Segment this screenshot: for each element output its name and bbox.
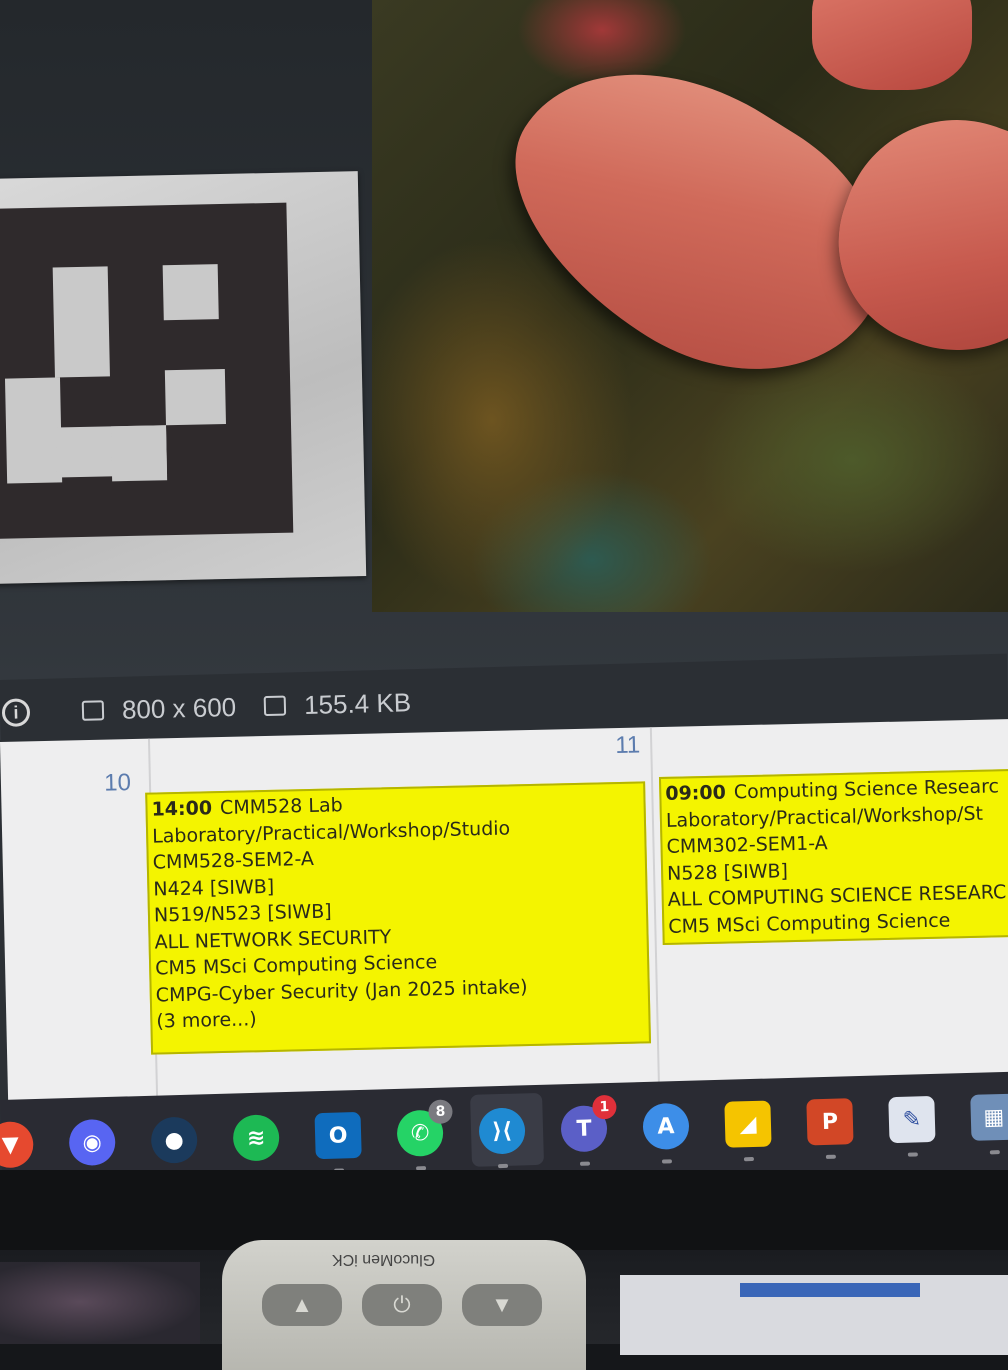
event-title: CMM528 Lab [219,794,343,820]
up-arrow-icon: ▲ [262,1284,342,1326]
save-icon [263,695,287,717]
marker-pattern [0,202,294,539]
day-number: 11 [615,731,641,760]
app-store-icon[interactable]: A [642,1102,690,1164]
calendar-event[interactable]: 14:00 CMM528 Lab Laboratory/Practical/Wor… [145,781,652,1055]
running-indicator [743,1156,754,1162]
outlook-icon[interactable]: O [314,1111,362,1173]
calendar-event[interactable]: 09:00 Computing Science Researc Laborator… [658,767,1008,946]
calendar-day-11[interactable]: 11 14:00 CMM528 Lab Laboratory/Practical/… [145,727,661,1119]
sticky-notes-icon[interactable]: ◢ [724,1100,772,1162]
notification-badge: 8 [428,1099,453,1125]
monitor-screen: i 800 x 600 155.4 KB 10 11 14:00 CMM528 L… [0,0,1008,1195]
event-title: Computing Science Researc [733,775,1000,804]
snipping-tool-icon[interactable]: ✎ [888,1095,936,1157]
discord-icon[interactable]: ◉ [68,1118,116,1180]
day-number: 10 [103,769,132,797]
sushi-slice [812,0,972,90]
calendar-day-12[interactable]: 09:00 Computing Science Researc Laborator… [651,718,1008,1108]
brave-icon[interactable]: ▼ [0,1121,34,1182]
calendar-day-10[interactable]: 10 [0,738,159,1122]
whatsapp-icon[interactable]: ✆ 8 [396,1099,453,1171]
food-photo[interactable] [372,0,1008,612]
remote-brand: GlucoMen iCK [332,1251,436,1268]
file-size: 155.4 KB [303,686,412,720]
image-dimensions: 800 x 600 [121,691,237,725]
dimensions-icon [81,700,105,721]
running-indicator [825,1154,836,1159]
down-arrow-icon: ▼ [462,1284,542,1326]
running-indicator [579,1161,591,1166]
marker-image[interactable] [0,171,367,584]
steam-icon[interactable]: ● [150,1116,198,1178]
info-icon[interactable]: i [1,698,31,727]
notification-badge: 1 [592,1094,617,1120]
running-indicator [497,1163,509,1169]
calendar-week-view: 10 11 14:00 CMM528 Lab Laboratory/Practic… [0,718,1008,1122]
image-viewer [0,0,1008,740]
running-indicator [661,1159,673,1164]
running-indicator [907,1152,918,1157]
event-time: 09:00 [665,781,727,805]
spotify-icon[interactable]: ≋ [232,1114,280,1175]
teams-icon[interactable]: T1 [560,1094,617,1166]
calculator-icon[interactable]: ▦ [970,1093,1008,1155]
box-stripe [740,1283,920,1297]
running-indicator [989,1150,1000,1155]
desk-object [0,1262,200,1344]
power-icon: ⏻ [362,1284,442,1326]
event-time: 14:00 [151,797,213,821]
remote-device: GlucoMen iCK ▲ ⏻ ▼ [222,1240,586,1370]
powerpoint-icon[interactable]: P [806,1098,854,1159]
